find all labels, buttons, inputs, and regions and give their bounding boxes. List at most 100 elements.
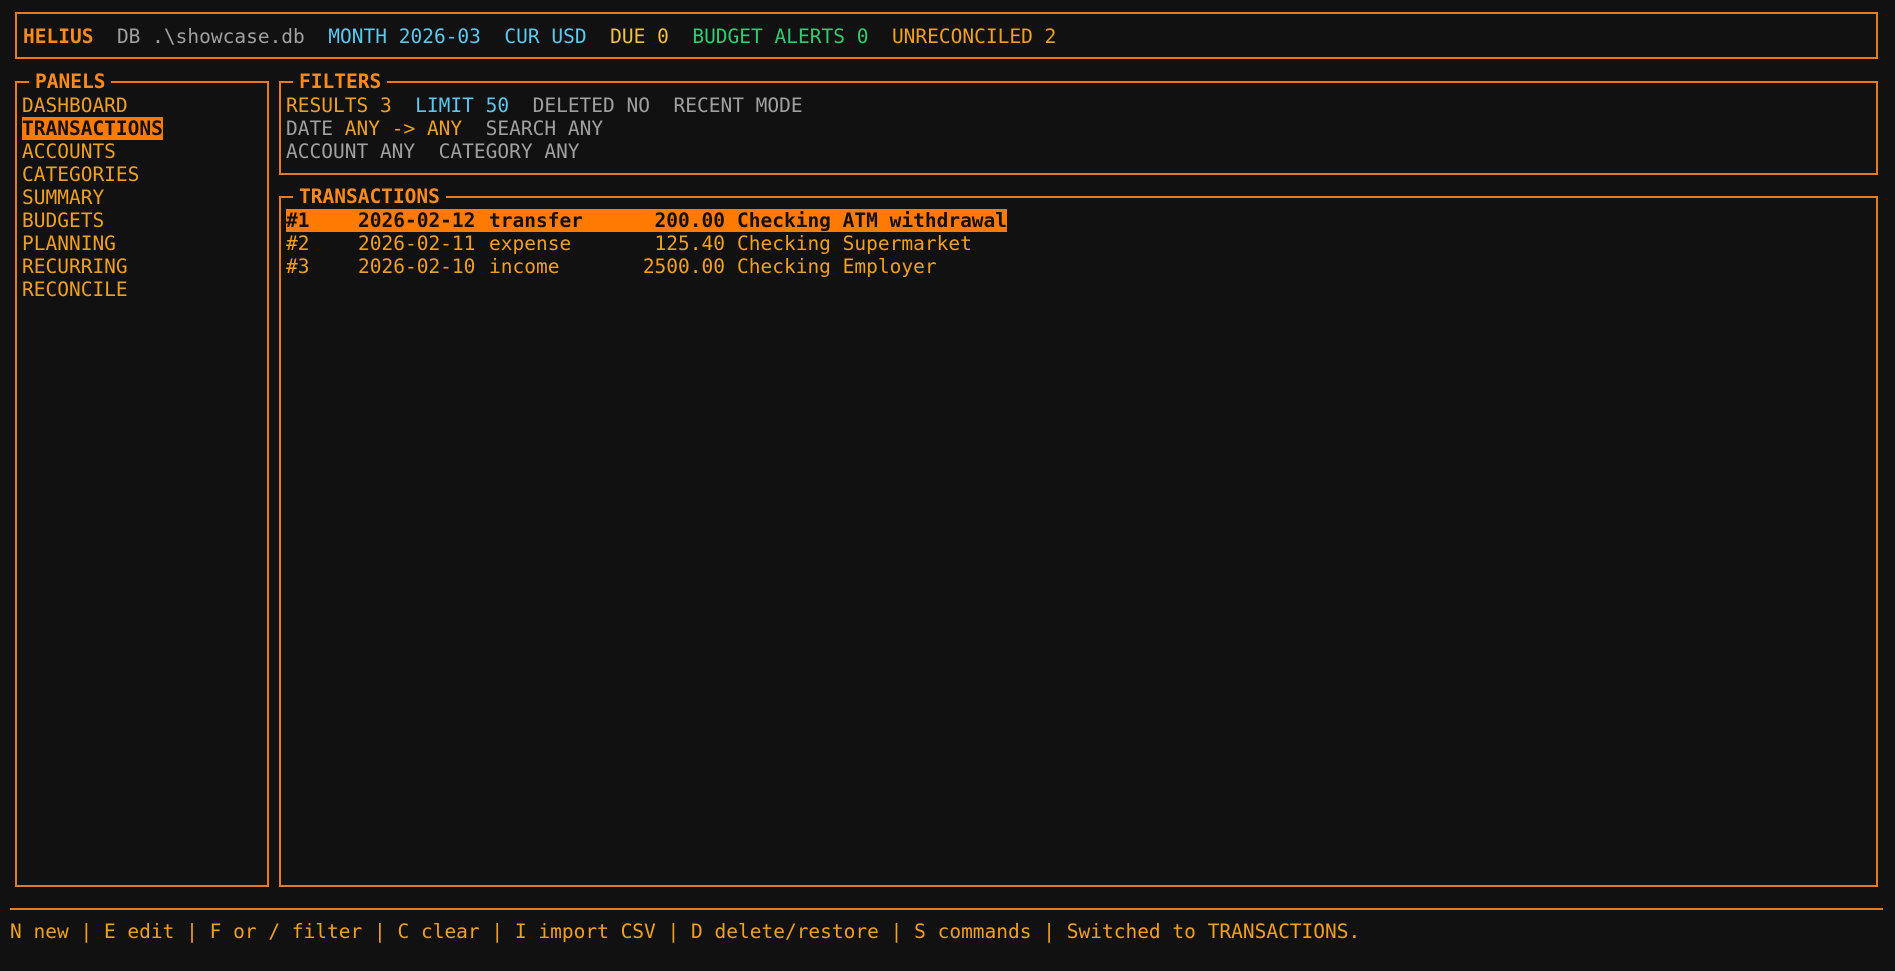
budget-alerts-value: 0	[856, 25, 869, 48]
currency-label: CUR	[504, 25, 540, 48]
separator: |	[68, 920, 104, 943]
sidebar-item-label: CATEGORIES	[22, 163, 140, 186]
date-arrow: ->	[391, 117, 416, 140]
row-account: Checking	[737, 209, 831, 232]
row-amount: 2500.00	[642, 255, 725, 278]
table-row[interactable]: #1 2026-02-12 transfer 200.00 Checking ATM w…	[286, 209, 1008, 232]
search-label: SEARCH	[485, 117, 557, 140]
statusbar: N new | E edit | F or / filter | C clear…	[10, 920, 1360, 943]
unreconciled-value: 2	[1044, 25, 1057, 48]
edit-shortcut[interactable]: E edit	[104, 920, 174, 943]
separator: |	[362, 920, 398, 943]
transactions-list: #1 2026-02-12 transfer 200.00 Checking ATM w…	[286, 209, 1008, 278]
sidebar-item-label: RECONCILE	[22, 278, 128, 301]
terminal-window: HELIUS DB .\showcase.db MONTH 2026-03 CU…	[0, 0, 1895, 971]
panels-list: DASHBOARD TRANSACTIONS ACCOUNTS CATEGORI…	[22, 94, 163, 301]
db-path: .\showcase.db	[152, 25, 305, 48]
results-value: 3	[379, 94, 392, 117]
row-amount: 125.40	[654, 232, 725, 255]
results-label: RESULTS	[286, 94, 369, 117]
row-memo: Employer	[842, 255, 937, 278]
date-from-value: ANY	[344, 117, 380, 140]
filter-shortcut[interactable]: F or / filter	[210, 920, 363, 943]
sidebar-item-budgets[interactable]: BUDGETS	[22, 209, 163, 232]
filter-line-date: DATE ANY -> ANY SEARCH ANY	[286, 117, 803, 140]
panels-title: PANELS	[29, 70, 112, 93]
sidebar-item-transactions[interactable]: TRANSACTIONS	[22, 117, 163, 140]
row-id: #1	[286, 209, 310, 232]
deleted-label: DELETED	[532, 94, 615, 117]
row-account: Checking	[737, 232, 831, 255]
limit-label: LIMIT	[415, 94, 474, 117]
separator: |	[878, 920, 915, 943]
mode-label: RECENT MODE	[673, 94, 803, 117]
separator: |	[479, 920, 515, 943]
row-memo: Supermarket	[842, 232, 972, 255]
import-csv-shortcut[interactable]: I import CSV	[515, 920, 656, 943]
search-value: ANY	[567, 117, 604, 140]
sidebar-item-label: RECURRING	[22, 255, 128, 278]
sidebar-item-label: TRANSACTIONS	[22, 117, 163, 140]
row-type: expense	[489, 232, 572, 255]
transactions-panel: TRANSACTIONS #1 2026-02-12 transfer 200.00 C…	[279, 185, 1878, 887]
separator: |	[174, 920, 210, 943]
statusbar-divider	[10, 908, 1883, 910]
row-date: 2026-02-11	[358, 232, 476, 255]
table-row[interactable]: #2 2026-02-11 expense 125.40 Checking Superm…	[286, 232, 1007, 255]
sidebar-item-label: DASHBOARD	[22, 94, 128, 117]
sidebar-item-label: ACCOUNTS	[22, 140, 116, 163]
due-label: DUE	[610, 25, 646, 48]
separator: |	[1031, 920, 1067, 943]
sidebar-item-categories[interactable]: CATEGORIES	[22, 163, 163, 186]
sidebar-item-planning[interactable]: PLANNING	[22, 232, 163, 255]
sidebar-item-summary[interactable]: SUMMARY	[22, 186, 163, 209]
row-memo: ATM withdrawal	[842, 209, 1008, 232]
month-label: MONTH	[328, 25, 387, 48]
new-shortcut[interactable]: N new	[10, 920, 69, 943]
panels-sidebar: PANELS DASHBOARD TRANSACTIONS ACCOUNTS C…	[15, 70, 269, 887]
commands-shortcut[interactable]: S commands	[914, 920, 1031, 943]
sidebar-item-accounts[interactable]: ACCOUNTS	[22, 140, 163, 163]
row-id: #2	[286, 232, 310, 255]
account-value: ANY	[379, 140, 416, 163]
table-row[interactable]: #3 2026-02-10 income 2500.00 Checking Employ…	[286, 255, 1007, 278]
sidebar-item-label: SUMMARY	[22, 186, 105, 209]
limit-value: 50	[485, 94, 510, 117]
row-amount: 200.00	[654, 209, 725, 232]
budget-alerts-label: BUDGET ALERTS	[692, 25, 845, 48]
unreconciled-label: UNRECONCILED	[891, 25, 1033, 48]
row-type: income	[489, 255, 560, 278]
sidebar-item-recurring[interactable]: RECURRING	[22, 255, 163, 278]
sidebar-item-label: BUDGETS	[22, 209, 105, 232]
due-value: 0	[657, 25, 669, 48]
transactions-title: TRANSACTIONS	[293, 185, 446, 208]
clear-shortcut[interactable]: C clear	[397, 920, 479, 943]
category-value: ANY	[544, 140, 580, 163]
sidebar-item-reconcile[interactable]: RECONCILE	[22, 278, 163, 301]
category-label: CATEGORY	[438, 140, 533, 163]
row-type: transfer	[489, 209, 583, 232]
deleted-value: NO	[626, 94, 651, 117]
filters-title: FILTERS	[293, 70, 388, 93]
row-date: 2026-02-10	[358, 255, 476, 278]
month-value: 2026-03	[398, 25, 481, 48]
header-status-line: HELIUS DB .\showcase.db MONTH 2026-03 CU…	[23, 25, 1056, 48]
currency-value: USD	[551, 25, 587, 48]
row-date: 2026-02-12	[358, 209, 476, 232]
app-name: HELIUS	[23, 25, 94, 48]
header-bar: HELIUS DB .\showcase.db MONTH 2026-03 CU…	[15, 12, 1878, 59]
sidebar-item-label: PLANNING	[22, 232, 116, 255]
db-label: DB	[116, 25, 141, 48]
filters-panel[interactable]: FILTERS RESULTS 3 LIMIT 50 DELETED NO RE…	[279, 70, 1878, 175]
row-account: Checking	[737, 255, 831, 278]
date-to-value: ANY	[426, 117, 463, 140]
filter-line-results: RESULTS 3 LIMIT 50 DELETED NO RECENT MOD…	[286, 94, 803, 117]
separator: |	[655, 920, 692, 943]
date-label: DATE	[286, 117, 333, 140]
sidebar-item-dashboard[interactable]: DASHBOARD	[22, 94, 163, 117]
filter-line-account: ACCOUNT ANY CATEGORY ANY	[286, 140, 803, 163]
account-label: ACCOUNT	[286, 140, 369, 163]
delete-restore-shortcut[interactable]: D delete/restore	[691, 920, 879, 943]
filter-lines: RESULTS 3 LIMIT 50 DELETED NO RECENT MOD…	[286, 94, 803, 163]
row-id: #3	[286, 255, 310, 278]
